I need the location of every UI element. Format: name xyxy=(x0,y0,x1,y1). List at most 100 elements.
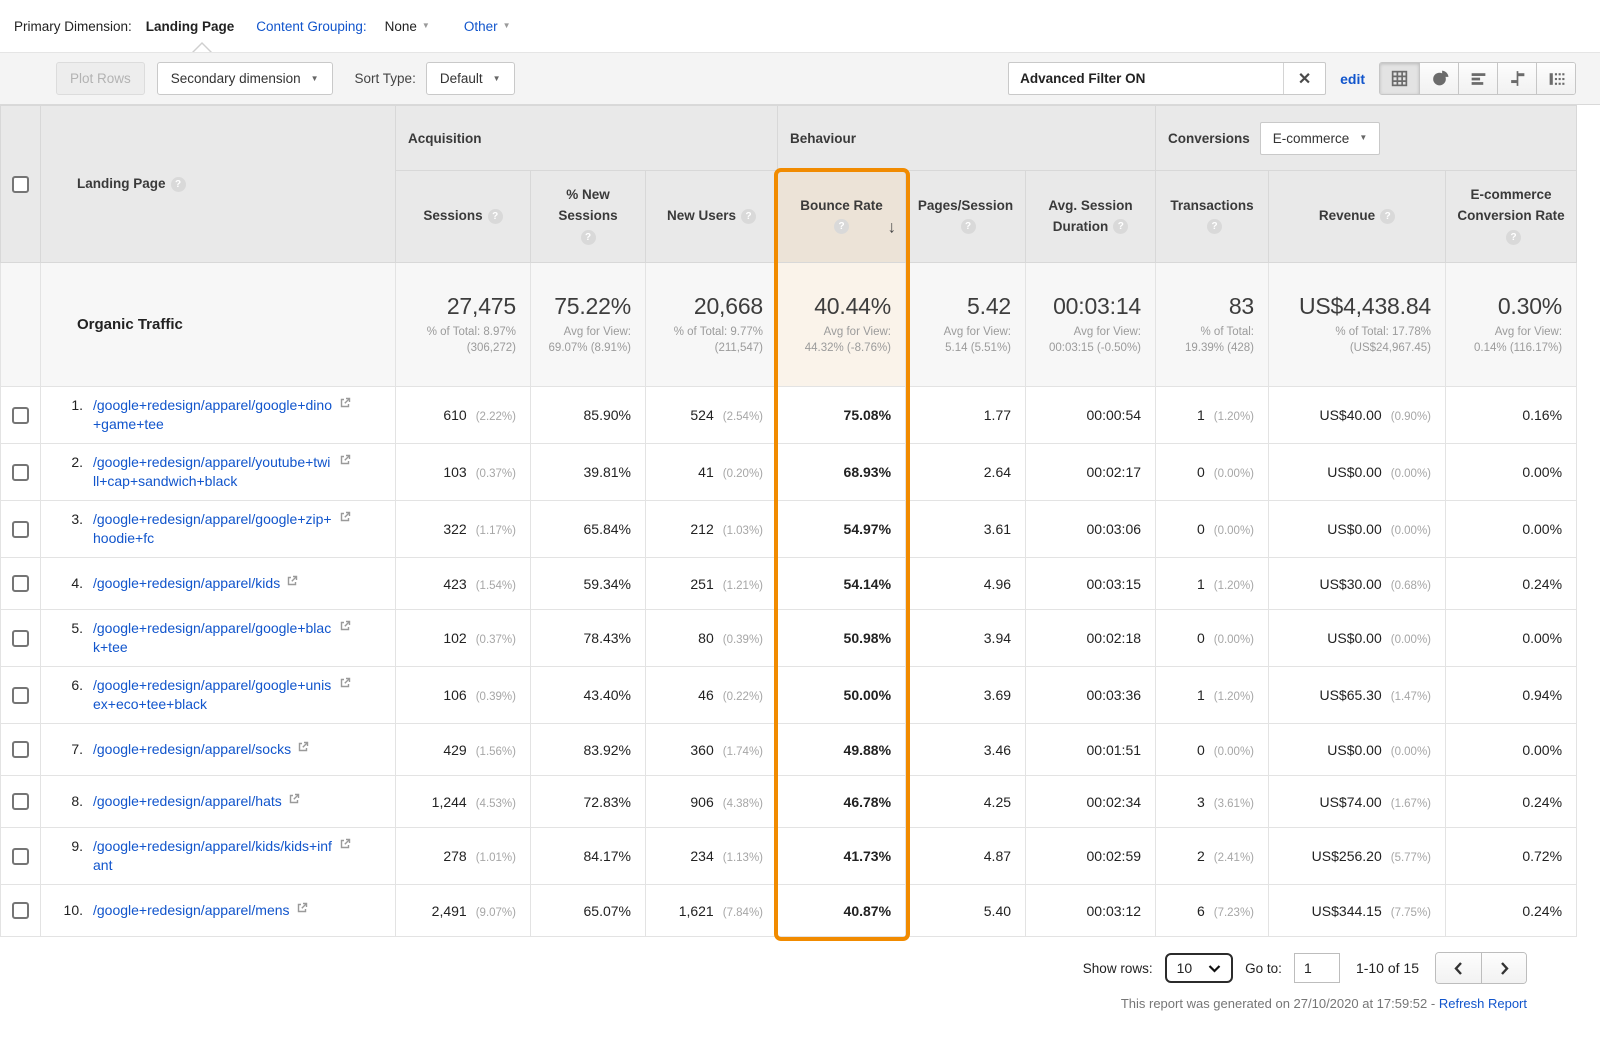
help-icon[interactable]: ? xyxy=(1380,209,1395,224)
table-row: 10./google+redesign/apparel/mens 2,491(9… xyxy=(1,885,1577,937)
open-in-new-icon[interactable] xyxy=(338,676,352,693)
landing-page-link[interactable]: /google+redesign/apparel/hats xyxy=(93,792,282,811)
bounce-rate-cell: 50.00% xyxy=(778,667,906,724)
performance-view-button[interactable] xyxy=(1458,63,1497,94)
help-icon[interactable]: ? xyxy=(1113,219,1128,234)
landing-page-cell: 3./google+redesign/apparel/google+zip+ho… xyxy=(41,501,396,558)
revenue-cell: US$0.00(0.00%) xyxy=(1269,610,1446,667)
column-header-landing-page[interactable]: Landing Page? xyxy=(41,106,396,263)
help-icon[interactable]: ? xyxy=(488,209,503,224)
edit-filter-link[interactable]: edit xyxy=(1340,71,1365,87)
row-checkbox[interactable] xyxy=(12,848,29,865)
revenue-cell: US$344.15(7.75%) xyxy=(1269,885,1446,937)
bounce-rate-cell: 46.78% xyxy=(778,776,906,828)
row-checkbox[interactable] xyxy=(12,793,29,810)
chevron-down-icon: ▼ xyxy=(422,22,430,30)
landing-page-link[interactable]: /google+redesign/apparel/mens xyxy=(93,901,290,920)
avg-duration-cell: 00:02:18 xyxy=(1026,610,1156,667)
advanced-filter-text: Advanced Filter ON xyxy=(1009,63,1283,94)
landing-page-link[interactable]: /google+redesign/apparel/google+unisex+e… xyxy=(93,676,333,714)
help-icon[interactable]: ? xyxy=(961,219,976,234)
open-in-new-icon[interactable] xyxy=(338,510,352,527)
secondary-dimension-button[interactable]: Secondary dimension ▼ xyxy=(157,62,333,95)
sort-descending-icon[interactable]: ↓ xyxy=(888,214,897,240)
plot-rows-button[interactable]: Plot Rows xyxy=(56,62,145,95)
open-in-new-icon[interactable] xyxy=(338,396,352,413)
revenue-cell: US$40.00(0.90%) xyxy=(1269,387,1446,444)
avg-duration-cell: 00:02:17 xyxy=(1026,444,1156,501)
primary-dimension-landing-page-tab[interactable]: Landing Page xyxy=(146,19,235,34)
row-checkbox[interactable] xyxy=(12,741,29,758)
summary-pages-session: 5.42Avg for View: 5.14 (5.51%) xyxy=(906,263,1026,387)
new-users-cell: 251(1.21%) xyxy=(646,558,778,610)
row-checkbox[interactable] xyxy=(12,464,29,481)
column-header-avg-session-duration[interactable]: Avg. Session Duration? xyxy=(1026,171,1156,263)
open-in-new-icon[interactable] xyxy=(338,837,352,854)
sessions-cell: 1,244(4.53%) xyxy=(396,776,531,828)
column-header-sessions[interactable]: Sessions? xyxy=(396,171,531,263)
row-checkbox[interactable] xyxy=(12,575,29,592)
help-icon[interactable]: ? xyxy=(171,177,186,192)
comparison-view-button[interactable] xyxy=(1497,63,1536,94)
landing-page-link[interactable]: /google+redesign/apparel/kids xyxy=(93,574,280,593)
landing-page-cell: 4. /google+redesign/apparel/kids xyxy=(41,558,396,610)
column-header-transactions[interactable]: Transactions? xyxy=(1156,171,1269,263)
row-checkbox[interactable] xyxy=(12,902,29,919)
ecommerce-conversion-rate-cell: 0.00% xyxy=(1446,610,1577,667)
new-users-cell: 906(4.38%) xyxy=(646,776,778,828)
summary-revenue: US$4,438.84% of Total: 17.78% (US$24,967… xyxy=(1269,263,1446,387)
row-checkbox[interactable] xyxy=(12,630,29,647)
open-in-new-icon[interactable] xyxy=(338,453,352,470)
transactions-cell: 2(2.41%) xyxy=(1156,828,1269,885)
column-header-ecommerce-conversion-rate[interactable]: E-commerce Conversion Rate? xyxy=(1446,171,1577,263)
open-in-new-icon[interactable] xyxy=(296,740,310,757)
landing-page-link[interactable]: /google+redesign/apparel/google+zip+hood… xyxy=(93,510,333,548)
open-in-new-icon[interactable] xyxy=(285,574,299,591)
next-page-button[interactable] xyxy=(1481,953,1526,983)
landing-page-cell: 7./google+redesign/apparel/socks xyxy=(41,724,396,776)
column-header-revenue[interactable]: Revenue? xyxy=(1269,171,1446,263)
new-users-cell: 524(2.54%) xyxy=(646,387,778,444)
row-number: 4. xyxy=(55,574,83,593)
other-dropdown[interactable]: Other ▼ xyxy=(464,19,511,34)
primary-dimension-label: Primary Dimension: xyxy=(14,19,132,34)
landing-page-link[interactable]: /google+redesign/apparel/youtube+twill+c… xyxy=(93,453,333,491)
column-header-bounce-rate[interactable]: Bounce Rate ? ↓ xyxy=(778,171,906,263)
help-icon[interactable]: ? xyxy=(581,230,596,245)
select-all-checkbox[interactable] xyxy=(12,176,29,193)
landing-page-link[interactable]: /google+redesign/apparel/socks xyxy=(93,740,291,759)
help-icon[interactable]: ? xyxy=(1207,219,1222,234)
landing-page-link[interactable]: /google+redesign/apparel/google+dino+gam… xyxy=(93,396,333,434)
help-icon[interactable]: ? xyxy=(741,209,756,224)
previous-page-button[interactable] xyxy=(1436,953,1481,983)
sort-type-dropdown[interactable]: Default ▼ xyxy=(426,62,515,95)
content-grouping-link[interactable]: Content Grouping: xyxy=(256,19,366,34)
clear-filter-button[interactable]: ✕ xyxy=(1283,63,1325,94)
content-grouping-dropdown[interactable]: None ▼ xyxy=(385,19,430,34)
new-sessions-cell: 72.83% xyxy=(531,776,646,828)
refresh-report-link[interactable]: Refresh Report xyxy=(1439,996,1527,1011)
table-view-button[interactable] xyxy=(1380,63,1419,94)
open-in-new-icon[interactable] xyxy=(287,792,301,809)
ecommerce-goal-dropdown[interactable]: E-commerce ▼ xyxy=(1260,122,1380,155)
landing-page-link[interactable]: /google+redesign/apparel/google+black+te… xyxy=(93,619,333,657)
row-checkbox[interactable] xyxy=(12,687,29,704)
open-in-new-icon[interactable] xyxy=(338,619,352,636)
column-header-new-users[interactable]: New Users? xyxy=(646,171,778,263)
open-in-new-icon[interactable] xyxy=(295,901,309,918)
goto-page-input[interactable] xyxy=(1294,953,1340,983)
row-checkbox[interactable] xyxy=(12,521,29,538)
help-icon[interactable]: ? xyxy=(1506,230,1521,245)
column-header-pages-session[interactable]: Pages/Session? xyxy=(906,171,1026,263)
column-header-new-sessions[interactable]: % New Sessions? xyxy=(531,171,646,263)
landing-page-cell: 9./google+redesign/apparel/kids/kids+inf… xyxy=(41,828,396,885)
landing-page-link[interactable]: /google+redesign/apparel/kids/kids+infan… xyxy=(93,837,333,875)
summary-label: Organic Traffic xyxy=(41,263,396,387)
avg-duration-cell: 00:02:34 xyxy=(1026,776,1156,828)
pivot-view-button[interactable] xyxy=(1536,63,1575,94)
show-rows-select[interactable]: 10 xyxy=(1165,953,1234,983)
help-icon[interactable]: ? xyxy=(834,219,849,234)
row-checkbox[interactable] xyxy=(12,407,29,424)
percentage-view-button[interactable] xyxy=(1419,63,1458,94)
new-users-cell: 212(1.03%) xyxy=(646,501,778,558)
